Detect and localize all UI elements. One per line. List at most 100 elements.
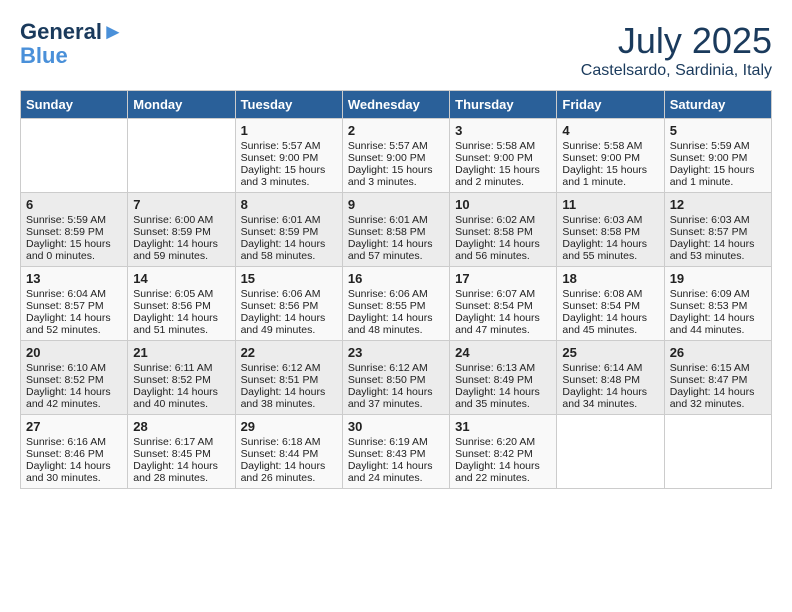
cell-text: Sunset: 8:43 PM: [348, 448, 444, 460]
cell-text: Daylight: 14 hours and 44 minutes.: [670, 312, 766, 336]
day-number: 15: [241, 271, 337, 286]
day-number: 8: [241, 197, 337, 212]
cell-text: Daylight: 14 hours and 30 minutes.: [26, 460, 122, 484]
day-number: 3: [455, 123, 551, 138]
day-number: 25: [562, 345, 658, 360]
day-number: 11: [562, 197, 658, 212]
cell-text: Sunrise: 6:12 AM: [241, 362, 337, 374]
cell-text: Daylight: 14 hours and 55 minutes.: [562, 238, 658, 262]
week-row-4: 20Sunrise: 6:10 AMSunset: 8:52 PMDayligh…: [21, 341, 772, 415]
day-number: 18: [562, 271, 658, 286]
cell-text: Daylight: 14 hours and 37 minutes.: [348, 386, 444, 410]
day-number: 30: [348, 419, 444, 434]
header-tuesday: Tuesday: [235, 91, 342, 119]
cell-text: Sunset: 9:00 PM: [562, 152, 658, 164]
logo: General► Blue: [20, 20, 124, 68]
cell-text: Daylight: 15 hours and 1 minute.: [670, 164, 766, 188]
cell-text: Sunset: 8:56 PM: [241, 300, 337, 312]
cell-text: Sunset: 8:45 PM: [133, 448, 229, 460]
cell-text: Sunset: 8:52 PM: [133, 374, 229, 386]
calendar-cell: 27Sunrise: 6:16 AMSunset: 8:46 PMDayligh…: [21, 415, 128, 489]
calendar-cell: 13Sunrise: 6:04 AMSunset: 8:57 PMDayligh…: [21, 267, 128, 341]
header-saturday: Saturday: [664, 91, 771, 119]
cell-text: Daylight: 15 hours and 2 minutes.: [455, 164, 551, 188]
calendar-cell: 7Sunrise: 6:00 AMSunset: 8:59 PMDaylight…: [128, 193, 235, 267]
day-number: 28: [133, 419, 229, 434]
day-number: 6: [26, 197, 122, 212]
day-number: 13: [26, 271, 122, 286]
cell-text: Sunset: 8:44 PM: [241, 448, 337, 460]
cell-text: Sunset: 8:46 PM: [26, 448, 122, 460]
cell-text: Daylight: 14 hours and 24 minutes.: [348, 460, 444, 484]
cell-text: Sunset: 8:59 PM: [26, 226, 122, 238]
logo-blue: Blue: [20, 44, 124, 68]
cell-text: Sunset: 9:00 PM: [241, 152, 337, 164]
cell-text: Sunset: 8:42 PM: [455, 448, 551, 460]
calendar-cell: 26Sunrise: 6:15 AMSunset: 8:47 PMDayligh…: [664, 341, 771, 415]
calendar-cell: 17Sunrise: 6:07 AMSunset: 8:54 PMDayligh…: [450, 267, 557, 341]
cell-text: Daylight: 14 hours and 42 minutes.: [26, 386, 122, 410]
header-sunday: Sunday: [21, 91, 128, 119]
cell-text: Sunset: 8:53 PM: [670, 300, 766, 312]
calendar-cell: 6Sunrise: 5:59 AMSunset: 8:59 PMDaylight…: [21, 193, 128, 267]
cell-text: Sunrise: 6:20 AM: [455, 436, 551, 448]
cell-text: Sunset: 8:48 PM: [562, 374, 658, 386]
day-number: 24: [455, 345, 551, 360]
calendar-cell: 22Sunrise: 6:12 AMSunset: 8:51 PMDayligh…: [235, 341, 342, 415]
calendar-cell: 24Sunrise: 6:13 AMSunset: 8:49 PMDayligh…: [450, 341, 557, 415]
day-number: 22: [241, 345, 337, 360]
cell-text: Daylight: 14 hours and 49 minutes.: [241, 312, 337, 336]
day-number: 14: [133, 271, 229, 286]
cell-text: Sunrise: 6:15 AM: [670, 362, 766, 374]
cell-text: Sunset: 8:55 PM: [348, 300, 444, 312]
day-number: 7: [133, 197, 229, 212]
cell-text: Daylight: 14 hours and 40 minutes.: [133, 386, 229, 410]
calendar-table: SundayMondayTuesdayWednesdayThursdayFrid…: [20, 90, 772, 489]
calendar-cell: 30 Sunrise: 6:19 AMSunset: 8:43 PMDayligh…: [342, 415, 449, 489]
calendar-cell: 29Sunrise: 6:18 AMSunset: 8:44 PMDayligh…: [235, 415, 342, 489]
calendar-cell: 16Sunrise: 6:06 AMSunset: 8:55 PMDayligh…: [342, 267, 449, 341]
cell-text: Sunset: 8:58 PM: [348, 226, 444, 238]
calendar-cell: 20Sunrise: 6:10 AMSunset: 8:52 PMDayligh…: [21, 341, 128, 415]
cell-text: Sunrise: 6:01 AM: [241, 214, 337, 226]
calendar-cell: 15Sunrise: 6:06 AMSunset: 8:56 PMDayligh…: [235, 267, 342, 341]
cell-text: Sunset: 8:59 PM: [241, 226, 337, 238]
cell-text: Daylight: 14 hours and 28 minutes.: [133, 460, 229, 484]
cell-text: Sunset: 8:59 PM: [133, 226, 229, 238]
cell-text: Sunrise: 5:58 AM: [562, 140, 658, 152]
cell-text: Daylight: 15 hours and 1 minute.: [562, 164, 658, 188]
cell-text: Daylight: 15 hours and 0 minutes.: [26, 238, 122, 262]
cell-text: Sunrise: 6:18 AM: [241, 436, 337, 448]
cell-text: Sunset: 8:57 PM: [670, 226, 766, 238]
day-number: 23: [348, 345, 444, 360]
cell-text: Daylight: 14 hours and 26 minutes.: [241, 460, 337, 484]
day-number: 26: [670, 345, 766, 360]
day-number: 1: [241, 123, 337, 138]
cell-text: Sunset: 9:00 PM: [455, 152, 551, 164]
cell-text: Sunrise: 6:04 AM: [26, 288, 122, 300]
cell-text: Sunset: 8:54 PM: [455, 300, 551, 312]
cell-text: Sunset: 8:54 PM: [562, 300, 658, 312]
cell-text: Daylight: 14 hours and 53 minutes.: [670, 238, 766, 262]
calendar-cell: [21, 119, 128, 193]
cell-text: Sunrise: 6:03 AM: [562, 214, 658, 226]
calendar-cell: 18Sunrise: 6:08 AMSunset: 8:54 PMDayligh…: [557, 267, 664, 341]
cell-text: Sunset: 8:47 PM: [670, 374, 766, 386]
header-wednesday: Wednesday: [342, 91, 449, 119]
cell-text: Sunrise: 6:06 AM: [348, 288, 444, 300]
cell-text: Sunset: 9:00 PM: [348, 152, 444, 164]
cell-text: Sunrise: 6:19 AM: [348, 436, 444, 448]
day-number: 5: [670, 123, 766, 138]
calendar-cell: 8Sunrise: 6:01 AMSunset: 8:59 PMDaylight…: [235, 193, 342, 267]
cell-text: Daylight: 14 hours and 47 minutes.: [455, 312, 551, 336]
day-number: 31: [455, 419, 551, 434]
calendar-cell: [664, 415, 771, 489]
calendar-cell: 14Sunrise: 6:05 AMSunset: 8:56 PMDayligh…: [128, 267, 235, 341]
calendar-cell: 5Sunrise: 5:59 AMSunset: 9:00 PMDaylight…: [664, 119, 771, 193]
cell-text: Daylight: 14 hours and 35 minutes.: [455, 386, 551, 410]
calendar-cell: [557, 415, 664, 489]
cell-text: Sunrise: 6:03 AM: [670, 214, 766, 226]
cell-text: Daylight: 14 hours and 22 minutes.: [455, 460, 551, 484]
calendar-header-row: SundayMondayTuesdayWednesdayThursdayFrid…: [21, 91, 772, 119]
header-thursday: Thursday: [450, 91, 557, 119]
